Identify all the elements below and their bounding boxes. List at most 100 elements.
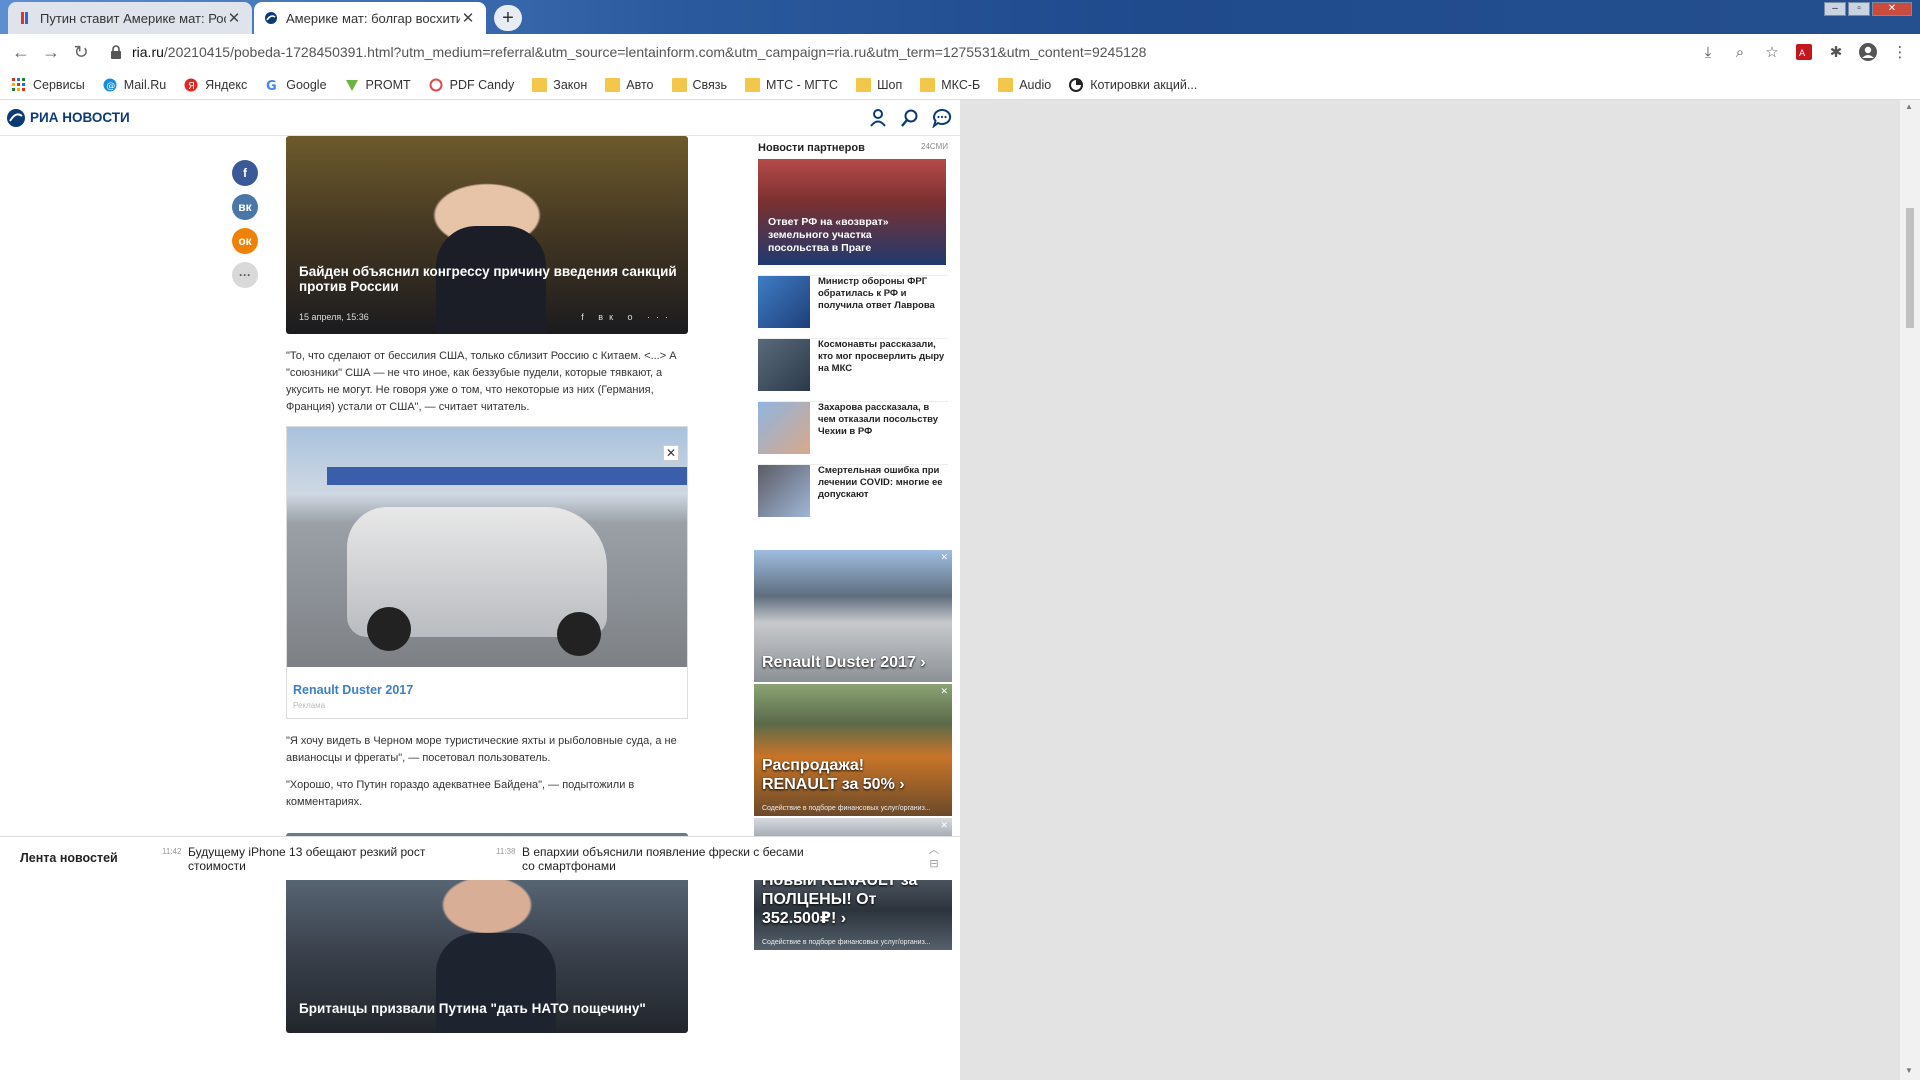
- bookmark-folder[interactable]: Шоп: [856, 77, 902, 92]
- bookmark-folder[interactable]: МКС-Б: [920, 77, 980, 92]
- news-time: 11:42: [162, 847, 182, 856]
- ad-block[interactable]: ✕ Renault Duster 2017 Реклама: [286, 426, 688, 719]
- ria-logo[interactable]: РИА НОВОСТИ: [6, 108, 130, 128]
- bookmark-item[interactable]: Котировки акций...: [1069, 77, 1197, 92]
- bookmark-folder[interactable]: МТС - МГТС: [745, 77, 839, 92]
- apps-grid-icon: [12, 77, 27, 92]
- browser-tab[interactable]: Путин ставит Америке мат: Рос ✕: [8, 2, 252, 34]
- browser-tab-bar: Путин ставит Америке мат: Рос ✕ Америке …: [0, 0, 1920, 34]
- new-tab-button[interactable]: +: [494, 5, 522, 31]
- more-share-icon[interactable]: ···: [232, 262, 258, 288]
- bookmark-item[interactable]: Я Яндекс: [184, 78, 247, 92]
- partner-thumb: [758, 276, 810, 328]
- news-feed-item[interactable]: 11:38 В епархии объяснили появление фрес…: [496, 845, 812, 873]
- ad-tile[interactable]: ✕ Распродажа! RENAULT за 50% › Содействи…: [754, 684, 952, 816]
- putin-photo: [436, 933, 556, 1033]
- bookmark-label: Сервисы: [33, 77, 85, 92]
- minimize-feed-icon[interactable]: ⊟: [926, 857, 942, 871]
- folder-icon: [671, 77, 687, 92]
- ad-tile-title: Renault Duster 2017 ›: [762, 654, 926, 671]
- maximize-icon[interactable]: ▫: [1848, 2, 1870, 16]
- profile-avatar-icon[interactable]: [1858, 42, 1878, 62]
- ad-tile[interactable]: ✕ Renault Duster 2017 ›: [754, 550, 952, 682]
- ad-close-icon[interactable]: ✕: [663, 445, 679, 461]
- install-icon[interactable]: ⤓: [1698, 42, 1718, 62]
- zoom-icon[interactable]: ⌕: [1730, 42, 1750, 62]
- partner-item-text: Космонавты рассказали, кто мог просверли…: [818, 339, 945, 374]
- bookmark-folder[interactable]: Связь: [671, 77, 728, 92]
- chat-icon[interactable]: [932, 108, 952, 128]
- news-feed-item[interactable]: 11:42 Будущему iPhone 13 обещают резкий …: [162, 845, 428, 873]
- scroll-up-icon[interactable]: ▲: [1905, 102, 1913, 111]
- ria-favicon-icon: [18, 11, 32, 25]
- close-window-icon[interactable]: ✕: [1872, 2, 1912, 16]
- back-icon[interactable]: ←: [6, 37, 36, 67]
- bookmark-folder[interactable]: Авто: [605, 77, 654, 92]
- address-bar[interactable]: ria.ru/20210415/pobeda-1728450391.html?u…: [110, 38, 1760, 66]
- ad-close-icon[interactable]: ✕: [940, 820, 948, 831]
- partners-title: Новости партнеров: [758, 142, 865, 154]
- forward-icon[interactable]: →: [36, 37, 66, 67]
- chevron-up-icon[interactable]: ︿: [926, 843, 942, 857]
- partner-item[interactable]: Смертельная ошибка при лечении COVID: мн…: [758, 464, 948, 517]
- bookmark-item[interactable]: G Google: [265, 78, 326, 92]
- partner-item[interactable]: Захарова рассказала, в чем отказали посо…: [758, 401, 948, 454]
- menu-kebab-icon[interactable]: ⋮: [1890, 42, 1910, 62]
- card-share-icons[interactable]: f вк о ···: [581, 312, 674, 322]
- bookmark-label: МТС - МГТС: [766, 77, 839, 92]
- search-icon[interactable]: [900, 108, 920, 128]
- reload-icon[interactable]: ↻: [66, 37, 96, 67]
- ad-close-icon[interactable]: ✕: [940, 686, 948, 697]
- user-icon[interactable]: [868, 108, 888, 128]
- partner-item[interactable]: Министр обороны ФРГ обратилась к РФ и по…: [758, 275, 948, 328]
- bookmark-item[interactable]: PDF Candy: [429, 78, 514, 92]
- yandex-icon: Я: [184, 78, 199, 92]
- partner-main-title: Ответ РФ на «возврат» земельного участка…: [768, 216, 889, 254]
- extensions-icon[interactable]: ✱: [1826, 42, 1846, 62]
- minimize-icon[interactable]: –: [1824, 2, 1846, 16]
- bookmark-item[interactable]: PROMT: [345, 78, 411, 92]
- bookmark-label: Авто: [626, 77, 654, 92]
- bookmark-item[interactable]: @ Mail.Ru: [103, 78, 166, 92]
- partners-source[interactable]: 24СМИ: [921, 142, 948, 154]
- vk-icon[interactable]: вк: [232, 194, 258, 220]
- bookmark-label: Связь: [692, 77, 728, 92]
- bookmark-folder[interactable]: Закон: [532, 77, 587, 92]
- ad-close-icon[interactable]: ✕: [940, 552, 948, 563]
- browser-tab-active[interactable]: Америке мат: болгар восхитила ✕: [254, 2, 486, 34]
- mailru-icon: @: [103, 78, 118, 92]
- partner-item[interactable]: Космонавты рассказали, кто мог просверли…: [758, 338, 948, 391]
- site-header: РИА НОВОСТИ: [0, 100, 960, 136]
- bookmark-folder[interactable]: Audio: [998, 77, 1051, 92]
- ad-link[interactable]: Renault Duster 2017: [287, 667, 687, 701]
- star-icon[interactable]: ☆: [1762, 42, 1782, 62]
- share-buttons: f вк ок ···: [232, 160, 260, 296]
- folder-icon: [998, 77, 1014, 92]
- bookmark-label: PROMT: [365, 77, 411, 92]
- article-paragraph: "То, что сделают от бессилия США, только…: [286, 350, 677, 413]
- card-title: Британцы призвали Путина "дать НАТО поще…: [299, 1001, 646, 1016]
- partner-thumb: [758, 402, 810, 454]
- scroll-thumb[interactable]: [1906, 208, 1914, 328]
- partner-item-text: Министр обороны ФРГ обратилась к РФ и по…: [818, 276, 935, 311]
- news-feed-title[interactable]: Лента новостей: [20, 851, 118, 865]
- wheel: [557, 612, 601, 656]
- tab-close-icon[interactable]: ✕: [460, 9, 476, 27]
- toolbar-icons: ⤓ ⌕ ☆ A ✱ ⋮: [1698, 38, 1910, 66]
- folder-icon: [856, 77, 872, 92]
- partner-main-item[interactable]: Ответ РФ на «возврат» земельного участка…: [758, 159, 946, 265]
- pdf-extension-icon[interactable]: A: [1794, 42, 1814, 62]
- odnoklassniki-icon[interactable]: ок: [232, 228, 258, 254]
- facebook-icon[interactable]: f: [232, 160, 258, 186]
- article-paragraph: "Я хочу видеть в Черном море туристическ…: [286, 735, 677, 764]
- bookmark-item[interactable]: Сервисы: [12, 77, 85, 92]
- quotes-icon: [1069, 77, 1084, 92]
- scroll-down-icon[interactable]: ▼: [1905, 1066, 1913, 1075]
- partner-item-text: Смертельная ошибка при лечении COVID: мн…: [818, 465, 943, 500]
- related-news-card[interactable]: Байден объяснил конгрессу причину введен…: [286, 136, 688, 334]
- news-time: 11:38: [496, 847, 516, 856]
- tab-title: Америке мат: болгар восхитила: [286, 10, 460, 26]
- tab-close-icon[interactable]: ✕: [226, 9, 242, 27]
- window-controls: – ▫ ✕: [1824, 2, 1912, 16]
- page-scrollbar[interactable]: ▲ ▼: [1900, 100, 1920, 1080]
